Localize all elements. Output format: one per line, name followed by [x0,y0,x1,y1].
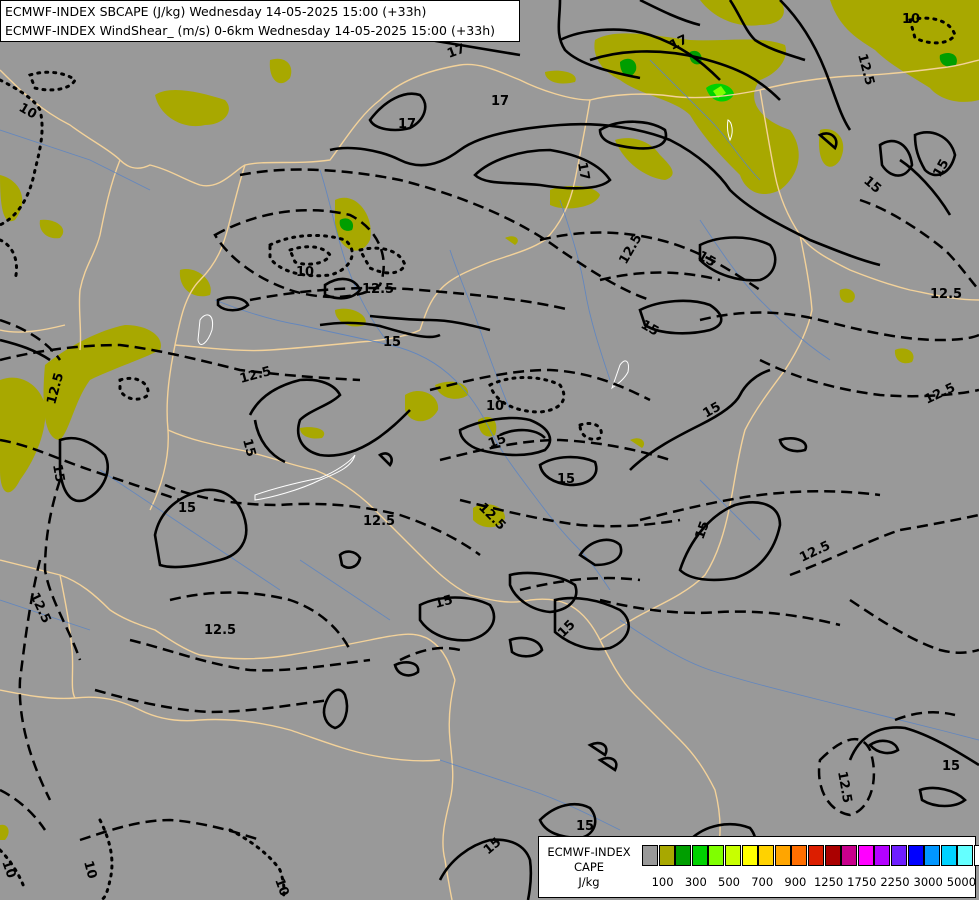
legend-swatch [642,845,658,866]
legend-tick-label: 1250 [813,875,844,889]
legend-swatch [890,845,907,866]
legend-swatch [857,845,874,866]
legend-title: ECMWF-INDEX CAPE J/kg [541,845,637,890]
contour-label-12-5l: 12.5 [204,623,236,638]
legend-swatch [824,845,841,866]
legend-swatch [791,845,808,866]
title-box: ECMWF-INDEX SBCAPE (J/kg) Wednesday 14-0… [0,0,520,42]
legend-tick-label: 5000 [946,875,977,889]
legend-tick-label: 300 [684,875,707,889]
legend-swatch [807,845,824,866]
legend-swatch [691,845,708,866]
contour-label-10c: 10 [296,265,314,280]
legend-swatch [675,845,692,866]
contour-label-15e: 15 [383,335,401,350]
contour-label-15p: 15 [576,819,594,834]
legend-swatch [957,845,974,866]
legend-swatch [907,845,924,866]
contour-label-12-5i: 12.5 [363,514,395,529]
contour-label-15k: 15 [178,501,196,516]
legend-swatch [841,845,858,866]
contour-label-15i: 15 [49,463,67,483]
title-windshear: ECMWF-INDEX WindShear_ (m/s) 0-6km Wedne… [5,23,495,38]
legend-swatch [940,845,957,866]
legend-swatch [758,845,775,866]
legend-swatch [708,845,725,866]
legend-swatch [741,845,758,866]
legend-swatch [658,845,675,866]
weather-map: 17 17 17 17 17 10 12.5 10 15 15 10 12.5 … [0,0,979,900]
contour-label-17e: 17 [574,161,592,181]
contour-label-12-5b: 12.5 [362,282,394,297]
legend-tick-label: 2250 [880,875,910,889]
legend-swatch [774,845,791,866]
legend-tick-label: 1750 [847,875,877,889]
contour-label-17b: 17 [491,94,509,109]
legend-tick-label: 900 [784,875,807,889]
legend-tick-labels: 100 300 500 700 900 1250 1750 2250 3000 5000 [639,875,976,891]
legend-swatch [924,845,941,866]
contour-label-10d: 10 [486,399,504,414]
legend-tick-label: 3000 [913,875,943,889]
legend-swatch [973,845,979,866]
contour-label-15o: 15 [942,759,960,774]
title-cape: ECMWF-INDEX SBCAPE (J/kg) Wednesday 14-0… [5,4,427,19]
cape-legend: ECMWF-INDEX CAPE J/kg 100 300 500 700 900 125… [538,836,979,898]
contour-label-17c: 17 [398,117,416,132]
legend-tick-label: 100 [651,875,674,889]
contour-label-12-5d: 12.5 [930,287,962,302]
legend-tick-label: 500 [718,875,740,889]
legend-title-unit: J/kg [578,875,600,889]
legend-title-source: ECMWF-INDEX [547,845,631,859]
legend-swatch [874,845,891,866]
legend-tick-label: 700 [751,875,774,889]
contour-label-15j: 15 [557,472,575,487]
legend-swatch [724,845,741,866]
legend-title-variable: CAPE [573,860,605,874]
contour-label-10a: 10 [902,12,920,27]
legend-color-scale [642,845,979,866]
